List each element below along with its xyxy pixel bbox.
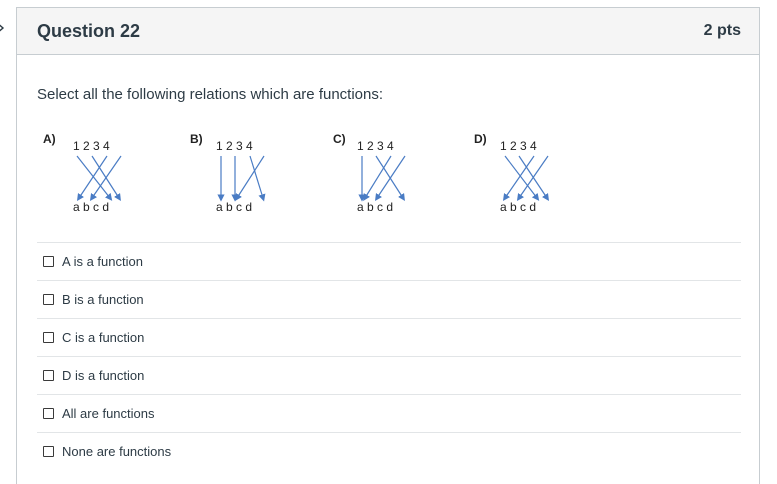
diagram-a-arrows [76,155,122,202]
diagram-a-codomain: a b c d [73,200,109,214]
diagram-a: A) 1 2 3 4 a b c d [43,132,122,214]
question-card: Question 22 2 pts Select all the followi… [16,7,760,484]
diagram-c-codomain: a b c d [357,200,393,214]
answer-checkbox[interactable] [43,256,54,267]
answer-label[interactable]: A is a function [62,254,143,269]
diagram-d-arrows [502,155,549,201]
answer-label[interactable]: All are functions [62,406,155,421]
answer-option-all[interactable]: All are functions [37,394,741,432]
answer-option-c[interactable]: C is a function [37,318,741,356]
diagram-c-arrows [358,155,406,202]
answer-label[interactable]: None are functions [62,444,171,459]
answer-option-a[interactable]: A is a function [37,242,741,280]
diagram-d: D) 1 2 3 4 a b c d [474,132,549,214]
diagram-c-domain: 1 2 3 4 [357,139,394,153]
answer-label[interactable]: D is a function [62,368,144,383]
answer-checkbox[interactable] [43,294,54,305]
question-prompt: Select all the following relations which… [37,86,384,103]
answer-option-d[interactable]: D is a function [37,356,741,394]
diagram-b: B) 1 2 3 4 a b c d [190,132,266,214]
diagram-a-label: A) [43,132,56,146]
diagram-b-domain: 1 2 3 4 [216,139,253,153]
chevron-right-icon[interactable] [0,21,8,35]
answer-checkbox[interactable] [43,446,54,457]
answer-option-b[interactable]: B is a function [37,280,741,318]
answer-checkbox[interactable] [43,332,54,343]
relation-diagrams: A) 1 2 3 4 a b c d B) 1 2 3 4 a b c d C)… [43,132,549,214]
quiz-page: Question 22 2 pts Select all the followi… [0,0,777,484]
answer-option-none[interactable]: None are functions [37,432,741,470]
answer-checkbox[interactable] [43,408,54,419]
question-points: 2 pts [703,22,741,39]
question-header: Question 22 2 pts [17,8,759,55]
answer-checkbox[interactable] [43,370,54,381]
diagram-c: C) 1 2 3 4 a b c d [333,132,406,214]
answer-label[interactable]: C is a function [62,330,144,345]
diagram-c-label: C) [333,132,346,146]
question-title: Question 22 [37,20,141,41]
diagram-b-label: B) [190,132,203,146]
diagram-a-domain: 1 2 3 4 [73,139,110,153]
answer-list: A is a function B is a function C is a f… [37,242,741,470]
diagram-b-arrows [217,155,266,202]
diagram-d-codomain: a b c d [500,200,536,214]
answer-label[interactable]: B is a function [62,292,144,307]
diagram-d-domain: 1 2 3 4 [500,139,537,153]
diagram-d-label: D) [474,132,487,146]
diagram-b-codomain: a b c d [216,200,252,214]
